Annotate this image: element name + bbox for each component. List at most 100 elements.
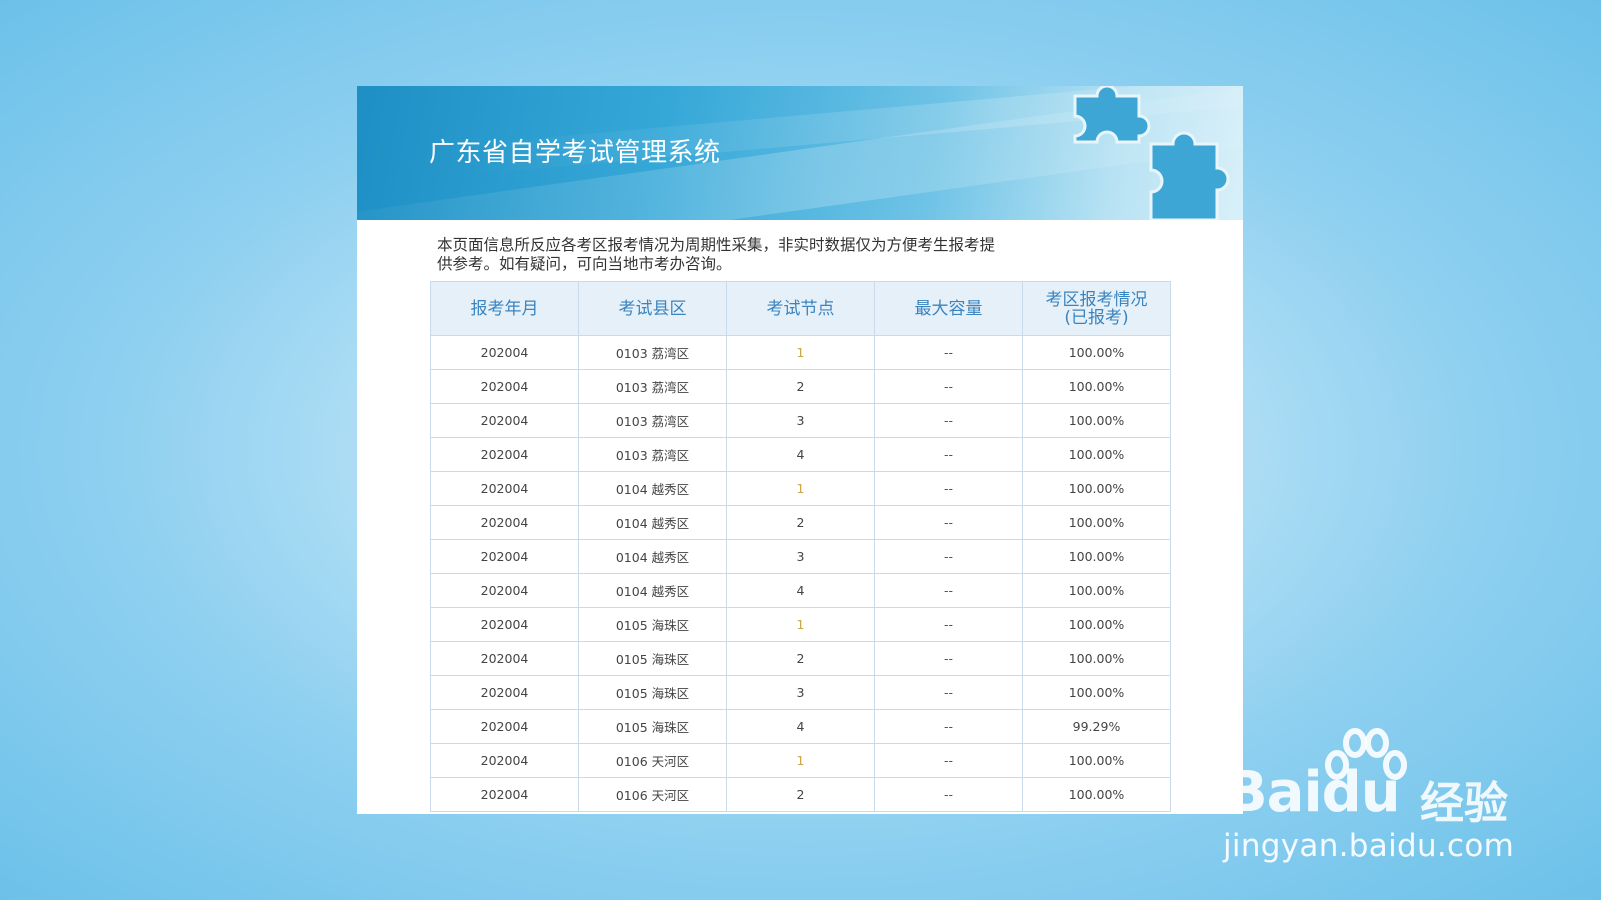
cell-month: 202004 [430, 709, 579, 744]
table-row: 202004 0103 荔湾区 3 -- 100.00% [430, 403, 1171, 438]
cell-capacity: -- [874, 743, 1023, 778]
table-header-row: 报考年月 考试县区 考试节点 最大容量 考区报考情况 (已报考) [430, 281, 1171, 336]
cell-month: 202004 [430, 607, 579, 642]
cell-node: 2 [726, 505, 875, 540]
cell-district: 0105 海珠区 [578, 607, 727, 642]
cell-district: 0105 海珠区 [578, 709, 727, 744]
column-header-status-line1: 考区报考情况 [1045, 289, 1148, 310]
watermark-brand: Baidu [1225, 760, 1401, 825]
cell-month: 202004 [430, 641, 579, 676]
cell-node: 3 [726, 403, 875, 438]
cell-capacity: -- [874, 709, 1023, 744]
cell-status: 100.00% [1022, 777, 1171, 812]
cell-status: 100.00% [1022, 505, 1171, 540]
cell-node: 1 [726, 743, 875, 778]
cell-month: 202004 [430, 335, 579, 370]
table-row: 202004 0104 越秀区 3 -- 100.00% [430, 539, 1171, 574]
column-header-node: 考试节点 [726, 281, 875, 336]
table-row: 202004 0106 天河区 1 -- 100.00% [430, 743, 1171, 778]
cell-node: 3 [726, 675, 875, 710]
cell-node: 1 [726, 607, 875, 642]
cell-node: 4 [726, 573, 875, 608]
table-row: 202004 0106 天河区 2 -- 100.00% [430, 777, 1171, 812]
cell-capacity: -- [874, 335, 1023, 370]
column-header-capacity: 最大容量 [874, 281, 1023, 336]
cell-district: 0104 越秀区 [578, 573, 727, 608]
cell-district: 0105 海珠区 [578, 641, 727, 676]
cell-capacity: -- [874, 505, 1023, 540]
cell-capacity: -- [874, 607, 1023, 642]
table-body: 202004 0103 荔湾区 1 -- 100.00% 202004 0103 荔湾区 2-… [430, 335, 1171, 812]
cell-district: 0103 荔湾区 [578, 403, 727, 438]
cell-district: 0103 荔湾区 [578, 335, 727, 370]
table-row: 202004 0103 荔湾区 4 -- 100.00% [430, 437, 1171, 472]
cell-node: 4 [726, 437, 875, 472]
cell-node: 2 [726, 369, 875, 404]
cell-district: 0103 荔湾区 [578, 369, 727, 404]
watermark-url: jingyan.baidu.com [1223, 828, 1515, 864]
cell-month: 202004 [430, 369, 579, 404]
main-panel: 广东省自学考试管理系统 本页面信息所反应各考区报考情况为周期性采集，非实时数据仅… [357, 86, 1243, 814]
table-row: 202004 0104 越秀区 4 -- 100.00% [430, 573, 1171, 608]
cell-month: 202004 [430, 403, 579, 438]
cell-status: 100.00% [1022, 675, 1171, 710]
table-row: 202004 0103 荔湾区 2 -- 100.00% [430, 369, 1171, 404]
cell-capacity: -- [874, 777, 1023, 812]
cell-month: 202004 [430, 777, 579, 812]
cell-capacity: -- [874, 573, 1023, 608]
baidu-watermark: Baidu 经验 jingyan.baidu.com [1223, 725, 1525, 875]
cell-status: 100.00% [1022, 641, 1171, 676]
cell-status: 100.00% [1022, 607, 1171, 642]
exam-registration-table: 报考年月 考试县区 考试节点 最大容量 考区报考情况 (已报考) 202004 0… [430, 281, 1171, 812]
table-row: 202004 0104 越秀区 1 -- 100.00% [430, 471, 1171, 506]
column-header-status: 考区报考情况 (已报考) [1022, 281, 1171, 336]
cell-month: 202004 [430, 437, 579, 472]
table-row: 202004 0105 海珠区 4 -- 99.29% [430, 709, 1171, 744]
cell-district: 0106 天河区 [578, 743, 727, 778]
table-row: 202004 0104 越秀区 2 -- 100.00% [430, 505, 1171, 540]
cell-node: 2 [726, 777, 875, 812]
cell-month: 202004 [430, 743, 579, 778]
cell-capacity: -- [874, 539, 1023, 574]
table-row: 202004 0103 荔湾区 1 -- 100.00% [430, 335, 1171, 370]
notice-text: 本页面信息所反应各考区报考情况为周期性采集，非实时数据仅为方便考生报考提供参考。… [437, 236, 996, 273]
watermark-brand-cn: 经验 [1420, 778, 1508, 829]
cell-month: 202004 [430, 539, 579, 574]
column-header-district: 考试县区 [578, 281, 727, 336]
cell-month: 202004 [430, 675, 579, 710]
cell-status: 100.00% [1022, 335, 1171, 370]
cell-status: 100.00% [1022, 539, 1171, 574]
cell-district: 0106 天河区 [578, 777, 727, 812]
cell-district: 0103 荔湾区 [578, 437, 727, 472]
cell-node: 3 [726, 539, 875, 574]
cell-status: 100.00% [1022, 369, 1171, 404]
header-banner: 广东省自学考试管理系统 [357, 86, 1243, 220]
system-title: 广东省自学考试管理系统 [429, 138, 721, 168]
cell-node: 1 [726, 335, 875, 370]
cell-capacity: -- [874, 369, 1023, 404]
cell-status: 100.00% [1022, 471, 1171, 506]
cell-status: 100.00% [1022, 437, 1171, 472]
cell-node: 1 [726, 471, 875, 506]
table-row: 202004 0105 海珠区 3 -- 100.00% [430, 675, 1171, 710]
column-header-status-line2: (已报考) [1064, 307, 1129, 328]
puzzle-piece-icon [1073, 86, 1230, 220]
column-header-month: 报考年月 [430, 281, 579, 336]
cell-status: 100.00% [1022, 403, 1171, 438]
cell-month: 202004 [430, 505, 579, 540]
cell-capacity: -- [874, 471, 1023, 506]
cell-district: 0104 越秀区 [578, 471, 727, 506]
table-row: 202004 0105 海珠区 1 -- 100.00% [430, 607, 1171, 642]
cell-node: 2 [726, 641, 875, 676]
cell-district: 0105 海珠区 [578, 675, 727, 710]
cell-status: 99.29% [1022, 709, 1171, 744]
cell-district: 0104 越秀区 [578, 539, 727, 574]
cell-capacity: -- [874, 675, 1023, 710]
cell-capacity: -- [874, 403, 1023, 438]
cell-month: 202004 [430, 573, 579, 608]
cell-status: 100.00% [1022, 573, 1171, 608]
cell-month: 202004 [430, 471, 579, 506]
cell-node: 4 [726, 709, 875, 744]
table-row: 202004 0105 海珠区 2 -- 100.00% [430, 641, 1171, 676]
cell-capacity: -- [874, 437, 1023, 472]
